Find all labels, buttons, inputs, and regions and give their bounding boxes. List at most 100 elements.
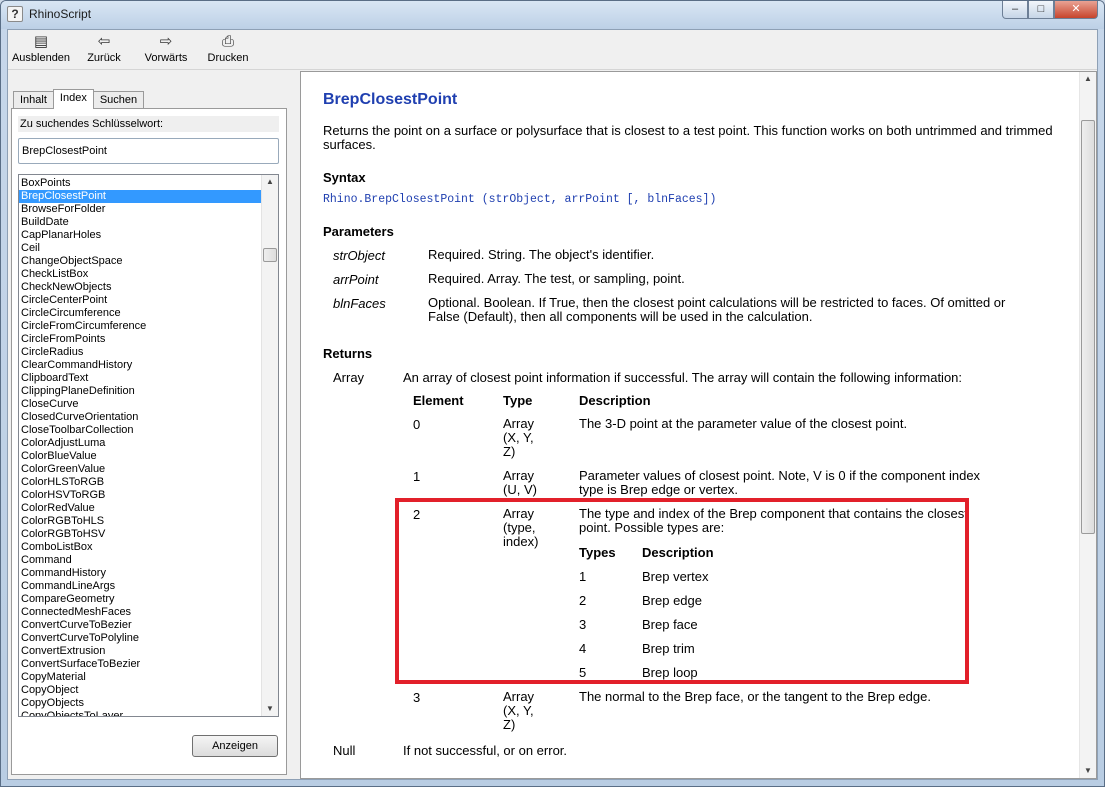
returns-heading: Returns — [323, 346, 373, 361]
param-desc: Required. Array. The test, or sampling, … — [428, 271, 685, 286]
list-item[interactable]: ClearCommandHistory — [19, 359, 261, 372]
list-item[interactable]: CircleCenterPoint — [19, 294, 261, 307]
scroll-up-icon[interactable]: ▲ — [262, 175, 278, 189]
index-listbox[interactable]: BoxPoints BrepClosestPoint BrowseForFolder… — [18, 174, 279, 717]
show-button[interactable]: Anzeigen — [192, 735, 278, 757]
row-type: Array (X, Y, Z) — [503, 689, 535, 732]
back-button[interactable]: ⇦ Zurück — [82, 33, 126, 65]
list-item[interactable]: CircleCircumference — [19, 307, 261, 320]
help-app-icon: ? — [7, 6, 23, 22]
list-item[interactable]: ColorGreenValue — [19, 463, 261, 476]
list-item[interactable]: BuildDate — [19, 216, 261, 229]
list-item[interactable]: CloseToolbarCollection — [19, 424, 261, 437]
col-header-type: Type — [503, 393, 533, 408]
list-item[interactable]: ConnectedMeshFaces — [19, 606, 261, 619]
list-item[interactable]: ColorBlueValue — [19, 450, 261, 463]
hide-button-label: Ausblenden — [11, 52, 71, 64]
list-item[interactable]: ColorHLSToRGB — [19, 476, 261, 489]
minimize-button[interactable]: – — [1002, 1, 1028, 19]
scroll-thumb[interactable] — [263, 248, 277, 262]
param-name: blnFaces — [333, 296, 386, 311]
window-title: RhinoScript — [29, 7, 92, 21]
pane-splitter[interactable] — [292, 71, 300, 779]
index-list-scrollbar[interactable]: ▲ ▼ — [261, 175, 278, 716]
forward-button-label: Vorwärts — [144, 52, 188, 64]
list-item[interactable]: ComboListBox — [19, 541, 261, 554]
content-scrollbar[interactable]: ▲ ▼ — [1079, 72, 1096, 778]
print-button[interactable]: ⎙ Drucken — [204, 34, 252, 65]
returns-type: Array — [333, 370, 365, 385]
list-item[interactable]: CircleFromCircumference — [19, 320, 261, 333]
nav-tabs: Inhalt Index Suchen — [13, 89, 145, 109]
title-bar[interactable]: ? RhinoScript – □ ✕ — [1, 1, 1104, 29]
tab-contents[interactable]: Inhalt — [13, 91, 54, 109]
returns-description: An array of closest point information if… — [403, 370, 963, 385]
print-button-label: Drucken — [207, 52, 249, 64]
navigation-pane: Inhalt Index Suchen Zu suchendes Schlüss… — [8, 71, 292, 779]
list-item[interactable]: CopyObject — [19, 684, 261, 697]
list-item[interactable]: CompareGeometry — [19, 593, 261, 606]
scroll-down-icon[interactable]: ▼ — [262, 702, 278, 716]
row-type: Array (X, Y, Z) — [503, 416, 535, 459]
list-item[interactable]: ColorRGBToHSV — [19, 528, 261, 541]
list-item[interactable]: CircleFromPoints — [19, 333, 261, 346]
parameters-heading: Parameters — [323, 224, 394, 239]
hide-pane-icon: ▤ — [33, 33, 49, 50]
list-item[interactable]: CheckListBox — [19, 268, 261, 281]
tab-index[interactable]: Index — [52, 89, 94, 109]
maximize-button[interactable]: □ — [1028, 1, 1054, 19]
list-item[interactable]: ColorAdjustLuma — [19, 437, 261, 450]
list-item[interactable]: BrowseForFolder — [19, 203, 261, 216]
list-item[interactable]: BoxPoints — [19, 177, 261, 190]
list-item[interactable]: BrepClosestPoint — [19, 190, 261, 203]
list-item[interactable]: CopyObjectsToLayer — [19, 710, 261, 716]
list-item[interactable]: ConvertSurfaceToBezier — [19, 658, 261, 671]
row-type: Array (U, V) — [503, 468, 537, 497]
content-scroll-thumb[interactable] — [1081, 120, 1095, 534]
list-item[interactable]: Command — [19, 554, 261, 567]
list-item[interactable]: CapPlanarHoles — [19, 229, 261, 242]
null-description: If not successful, or on error. — [403, 743, 568, 758]
list-item[interactable]: ConvertCurveToPolyline — [19, 632, 261, 645]
row-element: 0 — [413, 417, 421, 432]
list-item[interactable]: ColorRGBToHLS — [19, 515, 261, 528]
list-item[interactable]: ColorRedValue — [19, 502, 261, 515]
row-description: The 3-D point at the parameter value of … — [579, 416, 908, 431]
index-panel: Zu suchendes Schlüsselwort: BoxPointsBre… — [11, 108, 287, 775]
list-item[interactable]: CloseCurve — [19, 398, 261, 411]
list-item[interactable]: ClipboardText — [19, 372, 261, 385]
list-item[interactable]: CommandLineArgs — [19, 580, 261, 593]
list-item[interactable]: CheckNewObjects — [19, 281, 261, 294]
toolbar: ▤ Ausblenden ⇦ Zurück ⇨ Vorwärts ⎙ Druck… — [8, 30, 1097, 70]
list-item[interactable]: CircleRadius — [19, 346, 261, 359]
list-item[interactable]: ConvertExtrusion — [19, 645, 261, 658]
list-item[interactable]: Ceil — [19, 242, 261, 255]
list-item[interactable]: ColorHSVToRGB — [19, 489, 261, 502]
row-element: 3 — [413, 690, 421, 705]
syntax-code: Rhino.BrepClosestPoint (strObject, arrPo… — [323, 193, 717, 206]
list-item[interactable]: ClippingPlaneDefinition — [19, 385, 261, 398]
list-item[interactable]: ClosedCurveOrientation — [19, 411, 261, 424]
forward-button[interactable]: ⇨ Vorwärts — [142, 34, 190, 65]
row-description: The normal to the Brep face, or the tang… — [579, 689, 931, 704]
close-button[interactable]: ✕ — [1054, 1, 1098, 19]
scroll-down-icon[interactable]: ▼ — [1080, 764, 1096, 778]
param-name: arrPoint — [333, 272, 379, 287]
index-list: BoxPoints BrepClosestPoint BrowseForFolder… — [19, 177, 261, 716]
list-item[interactable]: CopyObjects — [19, 697, 261, 710]
row-description: Parameter values of closest point. Note,… — [579, 468, 981, 497]
tab-search[interactable]: Suchen — [92, 91, 145, 109]
list-item[interactable]: CopyMaterial — [19, 671, 261, 684]
param-desc: Optional. Boolean. If True, then the clo… — [428, 295, 1006, 324]
scroll-up-icon[interactable]: ▲ — [1080, 72, 1096, 86]
back-button-label: Zurück — [87, 52, 121, 64]
col-header-element: Element — [413, 393, 464, 408]
list-item[interactable]: ConvertCurveToBezier — [19, 619, 261, 632]
list-item[interactable]: CommandHistory — [19, 567, 261, 580]
hide-button[interactable]: ▤ Ausblenden — [10, 33, 72, 65]
arrow-left-icon: ⇦ — [97, 33, 111, 50]
syntax-heading: Syntax — [323, 170, 366, 185]
keyword-input[interactable] — [18, 138, 279, 164]
list-item[interactable]: ChangeObjectSpace — [19, 255, 261, 268]
row-element: 1 — [413, 469, 421, 484]
